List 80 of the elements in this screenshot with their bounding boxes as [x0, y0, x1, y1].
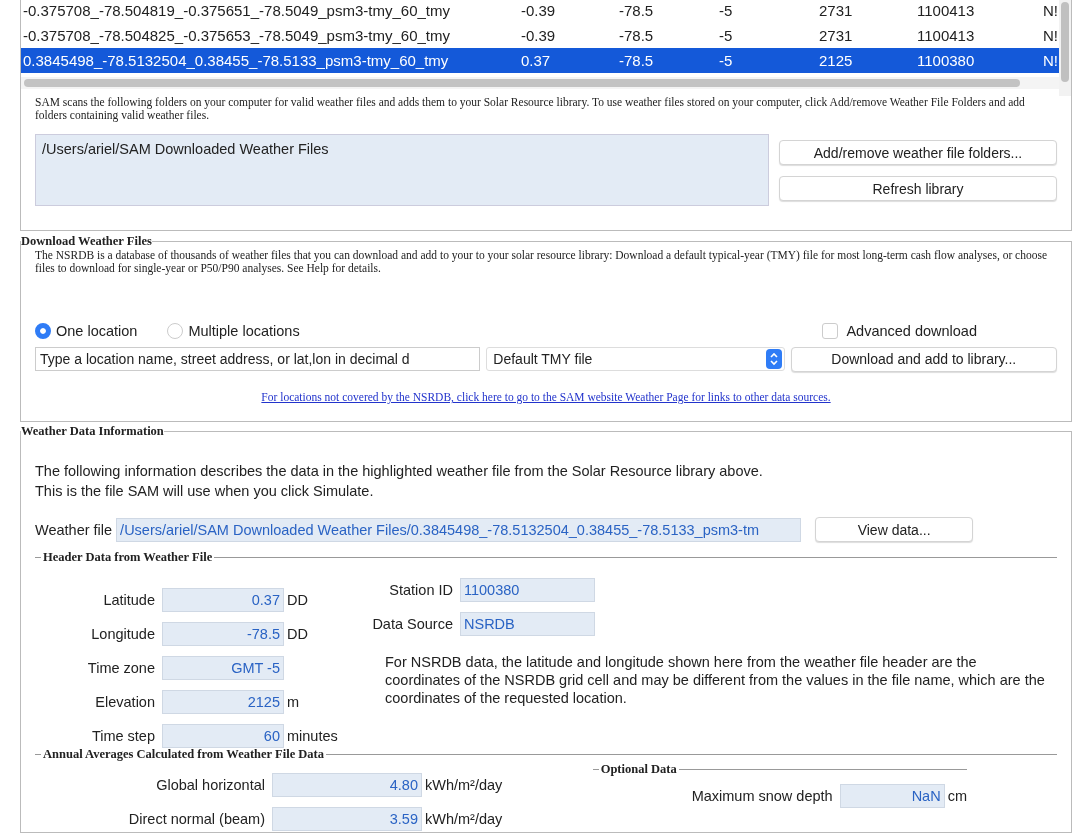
location-field[interactable]: Type a location name, street address, or lat,lon in decimal d	[35, 347, 481, 371]
scrollbar-thumb[interactable]	[1061, 2, 1069, 82]
field-label: Elevation	[94, 694, 156, 710]
table-cell-text: -78.5	[618, 27, 655, 44]
folder-list[interactable]: /Users/ariel/SAM Downloaded Weather Files	[35, 134, 769, 206]
radio-button[interactable]	[35, 323, 51, 339]
table-cell-text: -0.39	[520, 27, 557, 44]
library-button[interactable]: Refresh library	[779, 176, 1057, 201]
table-cell-text: 0.37	[520, 52, 552, 69]
table-cell-text: 1100413	[916, 2, 976, 19]
chevron-icon	[765, 349, 782, 369]
table-cell-text: N!	[1042, 2, 1059, 19]
value-field: 60	[162, 724, 284, 748]
table-cell-text: -5	[718, 52, 734, 69]
field-label: Maximum snow depth	[690, 788, 834, 804]
table-cell-text: -78.5	[618, 52, 655, 69]
table-cell-text: N!	[1042, 52, 1059, 69]
radio-button[interactable]	[167, 323, 184, 339]
radio-label[interactable]: One location	[56, 323, 138, 339]
table-cell-text: 2731	[818, 2, 854, 19]
weather-file-field: /Users/ariel/SAM Downloaded Weather Files/0.3845498_-78.5132504_0.38455_-78.5133_psm3-tm	[116, 517, 802, 542]
table-cell-text: -0.375708_-78.504819_-0.375651_-78.5049_psm3-tmy_60_tmy	[22, 2, 451, 19]
table-row[interactable]: -0.375708_-78.504819_-0.375651_-78.5049_psm3-tmy_60_tmy -0.39 -78.5 -5 2731 1100413 N!	[21, 0, 1059, 23]
unit-label: kWh/m²/day	[425, 811, 503, 827]
table-cell-text: 0.3845498_-78.5132504_0.38455_-78.5133_psm3-tmy_60_tmy	[22, 52, 450, 69]
unit-label: cm	[947, 788, 967, 804]
unit-label: m	[287, 694, 300, 710]
field-label: Longitude	[90, 626, 156, 642]
folder-item[interactable]: /Users/ariel/SAM Downloaded Weather Files	[42, 141, 762, 157]
section-title: Weather Data Information	[21, 424, 164, 439]
unit-label: DD	[287, 592, 308, 608]
value-field: 2125	[162, 690, 284, 714]
download-button[interactable]: Download and add to library...	[790, 346, 1057, 372]
view-data-button[interactable]: View data...	[815, 517, 974, 542]
header-note: For NSRDB data, the latitude and longitude shown here from the weather file header are the coordinates of the NSRDB grid cell and may be different from the values in the file name, which are the coordinates of the requested location.	[385, 653, 1046, 707]
library-note: SAM scans the following folders on your computer for valid weather files and adds them to your Solar Resource library. To use weather files stored on your computer, click Add/remove Weather File Folders and add folders containing valid weather files.	[34, 96, 1026, 122]
value-field: NSRDB	[460, 612, 595, 636]
checkbox-label[interactable]: Advanced download	[846, 323, 977, 339]
table-cell-text: -5	[718, 27, 734, 44]
field-label: Direct normal (beam)	[127, 811, 266, 827]
library-button[interactable]: Add/remove weather file folders...	[779, 140, 1057, 165]
table-cell-text: 2731	[818, 27, 854, 44]
group-title: Annual Averages Calculated from Weather File Data	[43, 747, 324, 762]
field-label: Latitude	[102, 592, 156, 608]
unit-label: kWh/m²/day	[425, 777, 503, 793]
radio-label[interactable]: Multiple locations	[188, 323, 300, 339]
info-description: The following information describes the data in the highlighted weather file from the Solar Resource library above. This is the file SAM will use when you click Simulate.	[35, 462, 764, 501]
table-cell-text: N!	[1042, 27, 1059, 44]
table-cell-text: 1100413	[916, 27, 976, 44]
unit-label: minutes	[287, 728, 338, 744]
table-cell-text: 1100380	[916, 52, 976, 69]
field-label: Data Source	[371, 616, 454, 632]
field-label: Time zone	[86, 660, 156, 676]
field-label: Global horizontal	[155, 777, 266, 793]
group-title: Optional Data	[600, 762, 677, 777]
file-type-dropdown[interactable]: Default TMY file	[486, 347, 785, 371]
value-field: NaN	[839, 784, 945, 808]
table-cell-text: -78.5	[618, 2, 655, 19]
value-field: GMT -5	[162, 656, 284, 680]
table-row[interactable]: -0.375708_-78.504825_-0.375653_-78.5049_psm3-tmy_60_tmy -0.39 -78.5 -5 2731 1100413 N!	[21, 23, 1059, 48]
table-cell-text: -0.375708_-78.504825_-0.375653_-78.5049_psm3-tmy_60_tmy	[22, 27, 451, 44]
table-cell-text: -5	[718, 2, 734, 19]
field-label: Weather file	[35, 521, 113, 538]
unit-label: DD	[287, 626, 308, 642]
table-row[interactable]: 0.3845498_-78.5132504_0.38455_-78.5133_psm3-tmy_60_tmy 0.37 -78.5 -5 2125 1100380 N!	[21, 48, 1059, 73]
table-cell-text: -0.39	[520, 2, 557, 19]
table-cell-text: 2125	[818, 52, 854, 69]
value-field: 0.37	[162, 588, 284, 612]
group-title: Header Data from Weather File	[43, 550, 213, 565]
download-description: The NSRDB is a database of thousands of weather files that you can download and add to your to your solar resource library: Download a default typical-year (TMY) file for most long-term cash flow analyses, or choose files to download for single-year or P50/P90 analyses. See Help for details.	[35, 249, 1049, 275]
value-field: 4.80	[272, 773, 422, 797]
checkbox[interactable]	[822, 323, 839, 339]
field-label: Station ID	[388, 582, 454, 598]
value-field: 3.59	[272, 807, 422, 831]
scrollbar-thumb[interactable]	[24, 79, 1021, 87]
value-field: 1100380	[460, 578, 595, 602]
field-label: Time step	[90, 728, 156, 744]
value-field: -78.5	[162, 622, 284, 646]
weather-page-link[interactable]: For locations not covered by the NSRDB, click here to go to the SAM website Weather Page for links to other data sources.	[261, 391, 831, 403]
section-title: Download Weather Files	[21, 234, 152, 249]
